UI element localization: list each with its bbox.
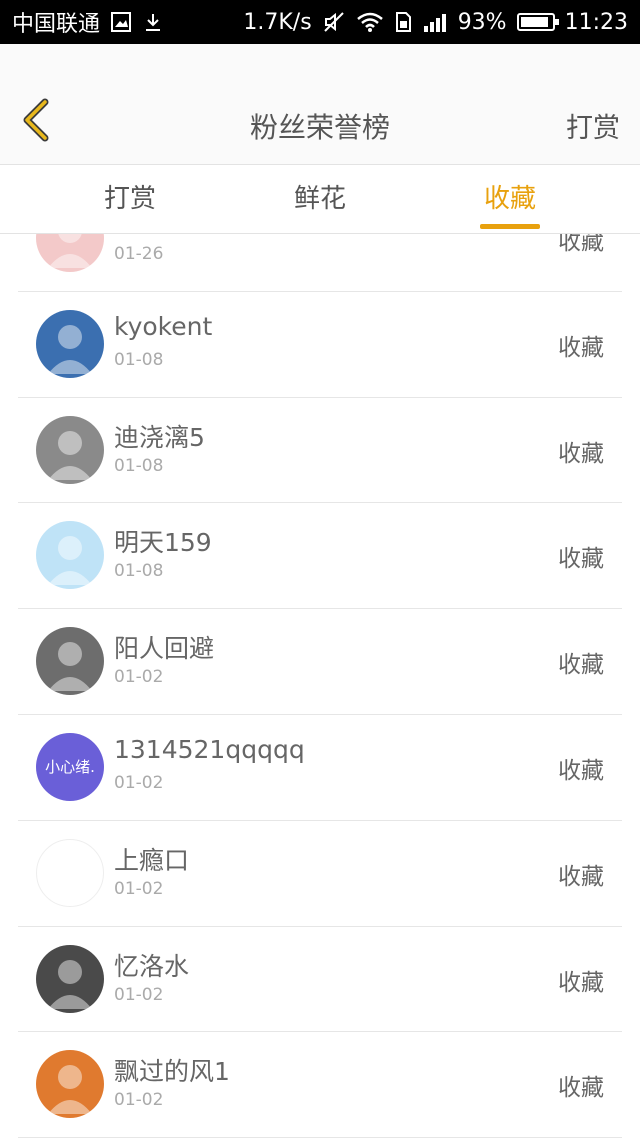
tab-bar: 打赏 鲜花 收藏 <box>0 164 640 234</box>
user-name: kyokent <box>114 311 213 341</box>
signal-icon <box>422 11 448 33</box>
avatar[interactable] <box>36 415 104 484</box>
carrier-name: 中国联通 <box>12 12 101 37</box>
user-silhouette-icon <box>48 234 92 268</box>
action-label: 收藏 <box>558 440 604 467</box>
avatar[interactable] <box>36 521 104 590</box>
avatar[interactable] <box>36 838 104 907</box>
image-icon <box>110 11 132 33</box>
mute-icon <box>322 11 346 33</box>
reward-button[interactable]: 打赏 <box>566 106 620 145</box>
user-name: 上瘾口 <box>114 845 190 875</box>
status-left: 中国联通 <box>12 6 164 38</box>
user-name: 阳人回避 <box>114 634 215 664</box>
action-label: 收藏 <box>558 234 604 255</box>
item-date: 01-02 <box>114 667 164 688</box>
user-name: 1314521qqqqq <box>114 734 305 764</box>
title-bar: 粉丝荣誉榜 打赏 <box>0 44 640 164</box>
avatar-text: 小心绪. <box>45 758 95 777</box>
item-date: 01-26 <box>114 244 164 264</box>
avatar[interactable]: 小心绪. <box>36 732 104 801</box>
list-item[interactable]: kyokent 01-08 收藏 <box>18 292 622 398</box>
item-date: 01-02 <box>114 1090 164 1111</box>
avatar[interactable] <box>36 309 104 378</box>
user-name: 飘过的风1 <box>114 1057 230 1087</box>
fan-list-inner: 01-26 收藏 kyokent 01-08 收藏 迪浇漓5 01-08 收藏 明天159 01-… <box>0 234 640 1138</box>
action-label: 收藏 <box>558 546 604 573</box>
action-label: 收藏 <box>558 334 604 361</box>
action-label: 收藏 <box>558 863 604 890</box>
wifi-icon <box>356 11 384 33</box>
status-bar: 中国联通 1.7K/s 93% 11:23 <box>0 0 640 44</box>
clock: 11:23 <box>564 9 628 35</box>
item-date: 01-08 <box>114 349 164 370</box>
item-date: 01-08 <box>114 455 164 476</box>
list-item[interactable]: 飘过的风1 01-02 收藏 <box>18 1032 622 1138</box>
item-date: 01-02 <box>114 878 164 899</box>
avatar[interactable] <box>36 627 104 696</box>
user-name: 明天159 <box>114 528 212 558</box>
tab-reward[interactable]: 打赏 <box>70 165 190 233</box>
avatar[interactable] <box>36 234 104 272</box>
tab-flowers[interactable]: 鲜花 <box>260 165 380 233</box>
item-date: 01-02 <box>114 984 164 1005</box>
user-name: 忆洛水 <box>114 951 190 981</box>
user-silhouette-icon <box>49 854 93 904</box>
user-name: 迪浇漓5 <box>114 422 205 452</box>
user-silhouette-icon <box>48 959 92 1009</box>
list-item[interactable]: 小心绪. 1314521qqqqq 01-02 收藏 <box>18 715 622 821</box>
fan-list[interactable]: 01-26 收藏 kyokent 01-08 收藏 迪浇漓5 01-08 收藏 明天159 01-… <box>0 234 640 1138</box>
tab-favorites[interactable]: 收藏 <box>450 165 570 233</box>
status-right: 1.7K/s 93% 11:23 <box>243 10 628 35</box>
list-item[interactable]: 上瘾口 01-02 收藏 <box>18 821 622 927</box>
page-title: 粉丝荣誉榜 <box>249 111 390 144</box>
network-speed: 1.7K/s <box>243 9 312 35</box>
action-label: 收藏 <box>558 652 604 679</box>
item-date: 01-02 <box>114 772 164 793</box>
item-date: 01-08 <box>114 561 164 582</box>
battery-icon <box>516 13 559 31</box>
user-silhouette-icon <box>48 536 92 586</box>
list-item[interactable]: 01-26 收藏 <box>18 234 622 292</box>
sim-icon <box>394 11 412 33</box>
list-item[interactable]: 明天159 01-08 收藏 <box>18 503 622 610</box>
user-silhouette-icon <box>48 324 92 374</box>
list-item[interactable]: 忆洛水 01-02 收藏 <box>18 927 622 1033</box>
battery-percent: 93% <box>457 9 507 35</box>
user-silhouette-icon <box>48 430 92 480</box>
user-silhouette-icon <box>48 1065 92 1115</box>
action-label: 收藏 <box>558 757 604 784</box>
action-label: 收藏 <box>558 1075 604 1102</box>
download-icon <box>142 11 164 33</box>
list-item[interactable]: 阳人回避 01-02 收藏 <box>18 609 622 715</box>
battery-fill <box>520 17 549 27</box>
action-label: 收藏 <box>558 969 604 996</box>
list-item[interactable]: 迪浇漓5 01-08 收藏 <box>18 398 622 504</box>
user-silhouette-icon <box>48 642 92 692</box>
avatar[interactable] <box>36 1050 104 1119</box>
avatar[interactable] <box>36 944 104 1013</box>
